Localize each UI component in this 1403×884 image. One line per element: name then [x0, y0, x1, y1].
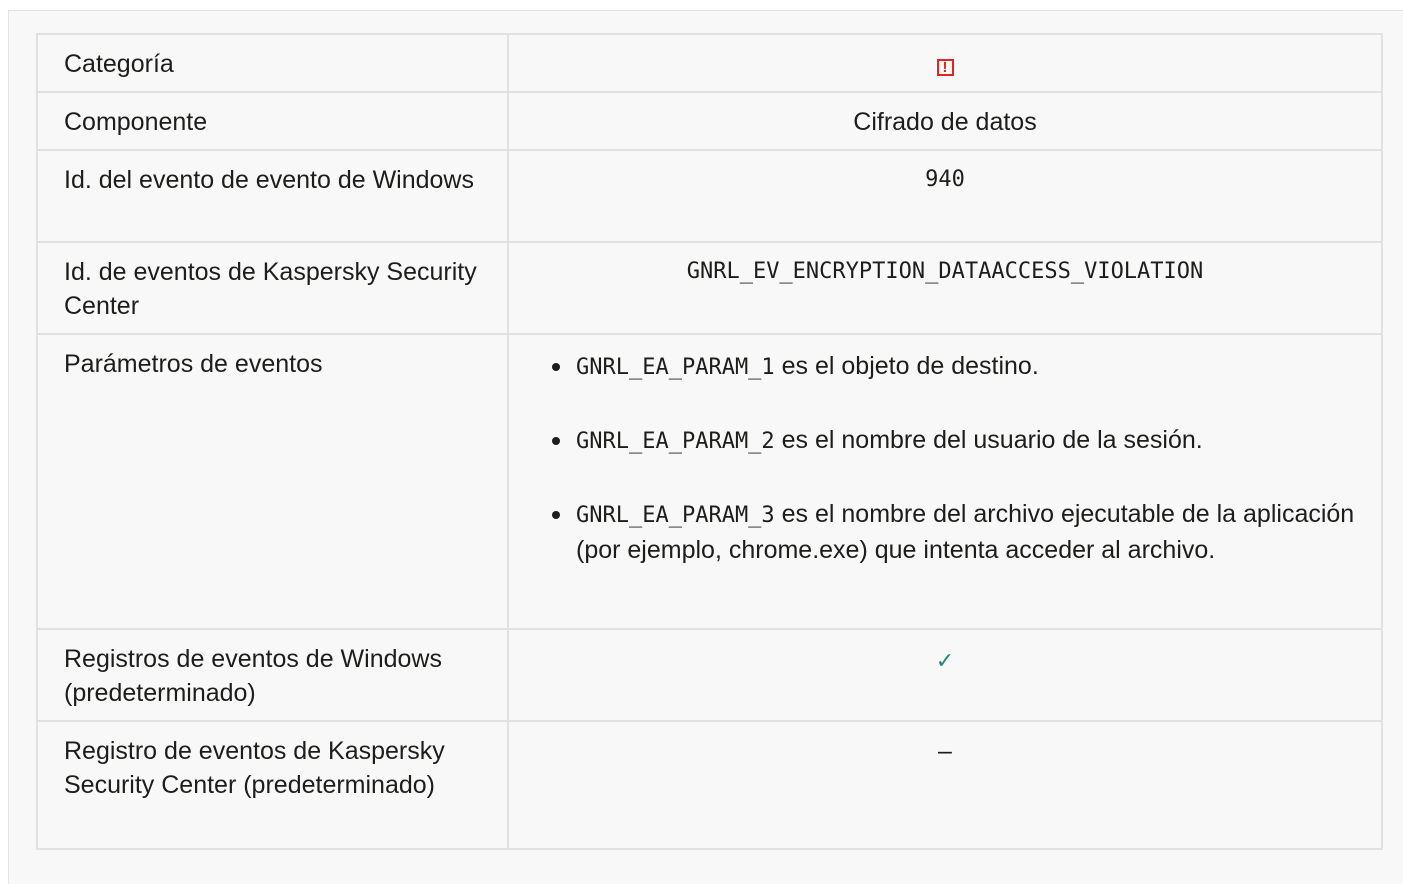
param-desc: es el nombre del usuario de la sesión.: [774, 426, 1203, 454]
row-label: Registro de eventos de Kaspersky Securit…: [36, 720, 509, 850]
row-label: Id. del evento de evento de Windows: [36, 149, 509, 243]
table-row: Id. de eventos de Kaspersky Security Cen…: [36, 241, 1383, 335]
param-code: GNRL_EA_PARAM_1: [576, 355, 775, 380]
event-table: Categoría ! Componente Cifrado de datos …: [36, 33, 1383, 850]
check-icon: ✓: [935, 648, 955, 673]
row-value: –: [507, 720, 1383, 850]
table-row: Registro de eventos de Kaspersky Securit…: [36, 720, 1383, 850]
list-item: GNRL_EA_PARAM_1 es el objeto de destino.: [535, 349, 1355, 385]
row-value: Cifrado de datos: [507, 91, 1383, 151]
table-row: Componente Cifrado de datos: [36, 91, 1383, 151]
table-row: Parámetros de eventos GNRL_EA_PARAM_1 es…: [36, 333, 1383, 630]
row-value: GNRL_EA_PARAM_1 es el objeto de destino.…: [507, 333, 1383, 630]
list-item: GNRL_EA_PARAM_2 es el nombre del usuario…: [535, 423, 1355, 459]
content-panel: Categoría ! Componente Cifrado de datos …: [8, 10, 1403, 884]
table-row: Categoría !: [36, 33, 1383, 93]
row-value: 940: [507, 149, 1383, 243]
row-label: Registros de eventos de Windows (predete…: [36, 628, 509, 722]
param-code: GNRL_EA_PARAM_2: [576, 429, 775, 454]
table-row: Registros de eventos de Windows (predete…: [36, 628, 1383, 722]
row-label: Id. de eventos de Kaspersky Security Cen…: [36, 241, 509, 335]
row-value: ✓: [507, 628, 1383, 722]
alert-icon: !: [936, 59, 954, 76]
row-label: Categoría: [36, 33, 509, 93]
params-list: GNRL_EA_PARAM_1 es el objeto de destino.…: [535, 349, 1355, 567]
table-row: Id. del evento de evento de Windows 940: [36, 149, 1383, 243]
row-label: Parámetros de eventos: [36, 333, 509, 630]
list-item: GNRL_EA_PARAM_3 es el nombre del archivo…: [535, 497, 1355, 567]
row-value: !: [507, 33, 1383, 93]
param-code: GNRL_EA_PARAM_3: [576, 503, 775, 528]
row-value: GNRL_EV_ENCRYPTION_DATAACCESS_VIOLATION: [507, 241, 1383, 335]
param-desc: es el objeto de destino.: [774, 352, 1039, 380]
row-label: Componente: [36, 91, 509, 151]
